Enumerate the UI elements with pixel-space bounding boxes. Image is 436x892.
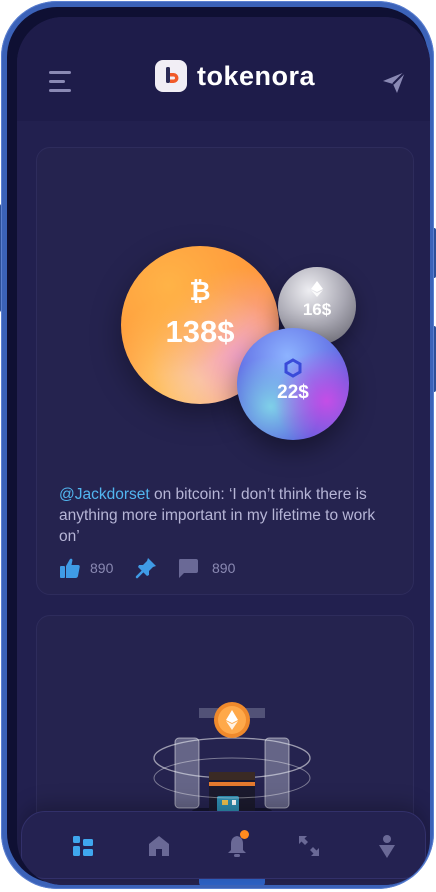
chainlink-icon <box>237 358 349 378</box>
comment-button[interactable]: 890 <box>177 555 235 581</box>
grid-icon <box>73 836 93 856</box>
author-handle-link[interactable]: @Jackdorset <box>59 486 150 503</box>
svg-text:₿: ₿ <box>189 277 210 306</box>
home-icon <box>149 836 169 856</box>
post-card[interactable]: ₿ 138$ 16$ 22$ @Jackdorset on bitcoin: ‘… <box>36 147 414 595</box>
app-header: tokenora <box>17 17 430 121</box>
paper-plane-icon[interactable] <box>379 67 409 97</box>
phone-bezel: tokenora ₿ 138$ 16$ 22$ @Jackdorset on b… <box>7 7 430 885</box>
app-name: tokenora <box>197 60 316 91</box>
nav-exchange-tab[interactable] <box>292 830 326 862</box>
hamburger-menu-icon[interactable] <box>49 71 75 93</box>
nav-profile-tab[interactable] <box>370 830 404 862</box>
post-actions: 890 890 <box>59 555 399 581</box>
like-button[interactable]: 890 <box>59 555 113 581</box>
nav-home-tab[interactable] <box>142 830 176 862</box>
post-quote: @Jackdorset on bitcoin: ‘I don’t think t… <box>59 484 399 547</box>
tokenora-logo-icon <box>155 60 187 92</box>
bitcoin-icon: ₿ <box>121 276 279 306</box>
phone-frame: tokenora ₿ 138$ 16$ 22$ @Jackdorset on b… <box>1 1 434 889</box>
profile-icon <box>379 835 395 858</box>
ethereum-icon <box>278 281 356 297</box>
nav-grid-tab[interactable] <box>66 830 100 862</box>
thumbs-up-icon <box>60 558 80 578</box>
exchange-arrows-icon <box>299 836 319 856</box>
pin-icon <box>135 558 156 579</box>
chainlink-price: 22$ <box>277 382 309 403</box>
bottom-navigation <box>21 811 426 879</box>
ethereum-price: 16$ <box>302 300 332 319</box>
notification-badge <box>240 830 249 839</box>
comments-count: 890 <box>212 560 236 576</box>
app-logo: tokenora <box>155 60 315 92</box>
app-screen: tokenora ₿ 138$ 16$ 22$ @Jackdorset on b… <box>17 17 430 885</box>
chainlink-bubble[interactable]: 22$ <box>237 328 349 440</box>
likes-count: 890 <box>90 560 114 576</box>
pin-button[interactable] <box>135 555 157 581</box>
comment-icon <box>179 559 198 578</box>
nav-notifications-tab[interactable] <box>220 830 254 862</box>
